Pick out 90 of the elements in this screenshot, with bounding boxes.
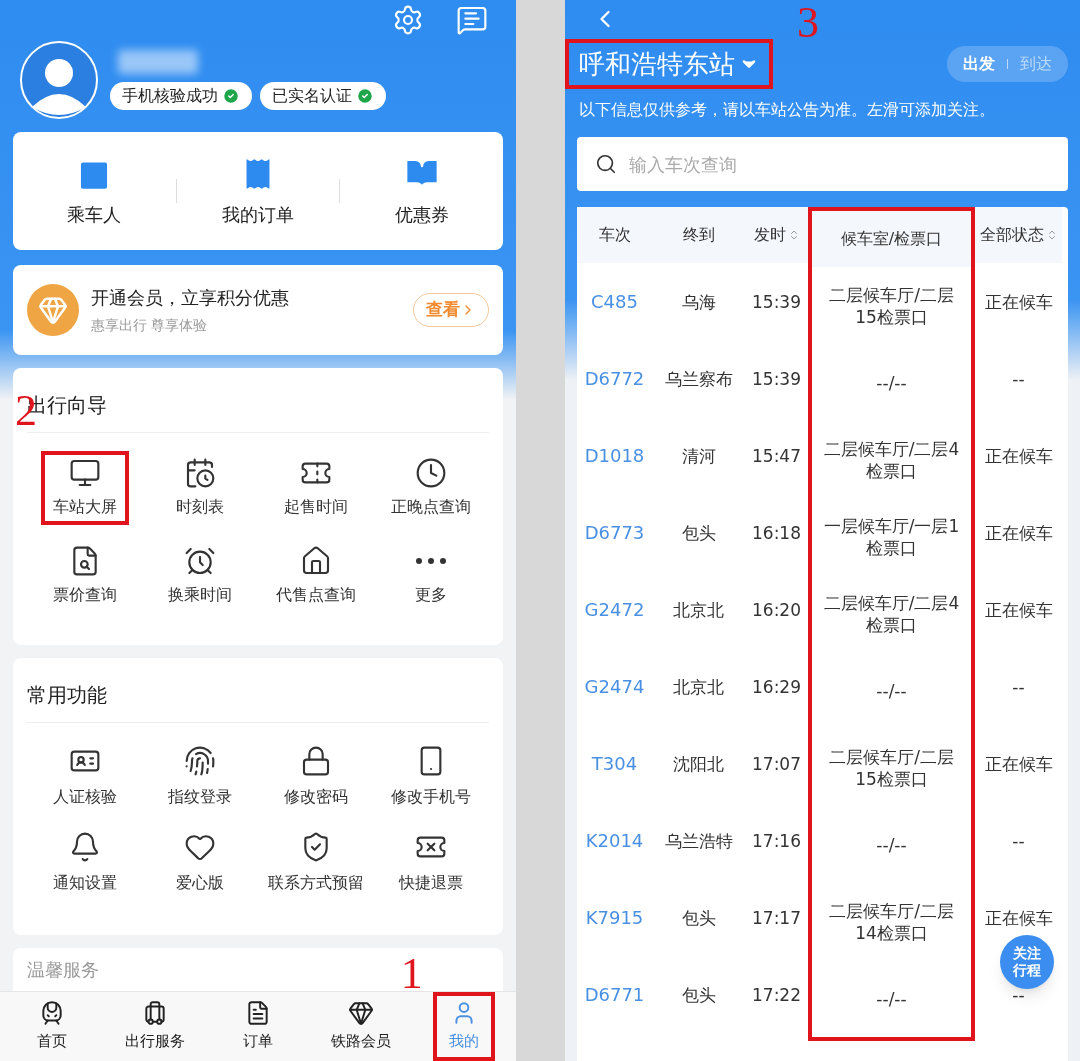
- function-item[interactable]: 人证核验: [52, 745, 117, 809]
- table-cell: --/--: [876, 987, 907, 1010]
- table-cell: 二层候车厅/二层 15检票口: [829, 745, 954, 790]
- function-item[interactable]: 修改密码: [283, 745, 348, 809]
- notice-text: 以下信息仅供参考，请以车站公告为准。左滑可添加关注。: [578, 99, 996, 121]
- column-header[interactable]: 全部状态: [975, 207, 1062, 263]
- table-cell: --/--: [876, 833, 907, 856]
- table-cell: 正在候车: [984, 521, 1053, 544]
- function-item[interactable]: 指纹登录: [168, 745, 233, 809]
- guide-item[interactable]: 票价查询: [40, 539, 129, 613]
- table-cell: 二层候车厅/二层4 检票口: [823, 591, 960, 636]
- table-cell: --: [1012, 367, 1025, 390]
- table-cell: --/--: [876, 679, 907, 702]
- table-cell: 16:18: [752, 521, 801, 544]
- table-cell: 15:39: [752, 367, 801, 390]
- table-cell: 正在候车: [984, 598, 1053, 621]
- table-cell: 沈阳北: [673, 752, 724, 775]
- column-header[interactable]: 终到: [652, 207, 745, 263]
- verification-badge: 已实名认证: [260, 82, 386, 110]
- section-title: 温馨服务: [27, 958, 99, 982]
- search-icon: [595, 153, 617, 175]
- table-cell: 乌兰浩特: [664, 829, 733, 852]
- guide-item[interactable]: 正晚点查询: [379, 451, 484, 525]
- check-icon: [356, 87, 374, 105]
- monitor-icon: [68, 457, 101, 489]
- gem-icon: [348, 1000, 375, 1027]
- function-item[interactable]: 爱心版: [176, 831, 225, 895]
- table-cell: 15:47: [752, 444, 801, 467]
- search-field[interactable]: 输入车次查询: [577, 137, 1068, 191]
- membership-card[interactable]: 开通会员，立享积分优惠 惠享出行 尊享体验 查看: [13, 265, 503, 355]
- table-cell: 包头: [681, 906, 716, 929]
- column-header[interactable]: 发时: [745, 207, 808, 263]
- guide-item[interactable]: 更多: [403, 539, 460, 613]
- guide-item[interactable]: 车站大屏: [40, 451, 129, 525]
- message-icon[interactable]: [456, 4, 488, 36]
- fingerprint-icon: [184, 745, 217, 777]
- table-cell: 包头: [681, 983, 716, 1006]
- annotation-number: 3: [797, 1, 819, 45]
- table-cell: 16:29: [752, 675, 801, 698]
- table-cell: 二层候车厅/二层4 检票口: [823, 437, 960, 482]
- table-cell: 二层候车厅/二层 14检票口: [829, 899, 954, 944]
- table-cell: 17:07: [752, 752, 801, 775]
- avatar-icon[interactable]: [20, 41, 98, 119]
- table-cell: 北京北: [673, 675, 724, 698]
- clock-icon: [415, 457, 448, 489]
- table-cell: --/--: [876, 371, 907, 394]
- membership-subtitle: 惠享出行 尊享体验: [91, 316, 209, 335]
- table-cell: 17:17: [752, 906, 801, 929]
- table-cell: 乌兰察布: [664, 367, 733, 390]
- table-cell: 正在候车: [984, 290, 1053, 313]
- table-cell: --: [1012, 675, 1025, 698]
- table-cell: 北京北: [673, 598, 724, 621]
- function-item[interactable]: 通知设置: [52, 831, 117, 895]
- table-cell: 正在候车: [984, 906, 1053, 929]
- table-cell: 一层候车厅/一层1 检票口: [823, 514, 960, 559]
- gem-badge-icon: [27, 284, 79, 336]
- nav-tab[interactable]: 首页: [20, 992, 83, 1061]
- membership-title: 开通会员，立享积分优惠: [91, 286, 290, 310]
- table-cell: 17:16: [752, 829, 801, 852]
- guide-item[interactable]: 时刻表: [164, 451, 237, 525]
- table-cell: 正在候车: [984, 444, 1053, 467]
- table-cell: 15:39: [752, 290, 801, 313]
- calendar-clock-icon: [184, 457, 217, 489]
- column-header[interactable]: 车次: [577, 207, 652, 263]
- alarm-clock-icon: [184, 545, 217, 577]
- nav-tab[interactable]: 订单: [227, 992, 289, 1061]
- shortcut-button[interactable]: 乘车人: [13, 154, 176, 228]
- table-cell: 乌海: [681, 290, 716, 313]
- settings-icon[interactable]: [392, 4, 424, 36]
- column-header[interactable]: 候车室/检票口: [812, 211, 971, 267]
- table-cell: --: [1012, 829, 1025, 852]
- check-icon: [222, 87, 240, 105]
- table-cell: 17:22: [752, 983, 801, 1006]
- table-cell: 二层候车厅/二层 15检票口: [829, 283, 954, 328]
- guide-item[interactable]: 代售点查询: [263, 539, 368, 613]
- shortcut-button[interactable]: 优惠券: [340, 154, 503, 228]
- table-cell: 清河: [681, 444, 716, 467]
- verification-badge: 手机核验成功: [110, 82, 252, 110]
- section-title: 常用功能: [27, 658, 489, 723]
- more-icon: [415, 557, 448, 565]
- guide-item[interactable]: 起售时间: [271, 451, 360, 525]
- table-cell: 16:20: [752, 598, 801, 621]
- function-item[interactable]: 修改手机号: [391, 745, 472, 809]
- function-item[interactable]: 快捷退票: [399, 831, 464, 895]
- shortcut-button[interactable]: 我的订单: [176, 154, 340, 228]
- table-cell: 包头: [681, 521, 716, 544]
- table-cell: 正在候车: [984, 752, 1053, 775]
- nav-tab[interactable]: 出行服务: [108, 992, 201, 1061]
- function-item[interactable]: 联系方式预留: [267, 831, 364, 895]
- guide-item[interactable]: 换乘时间: [156, 539, 245, 613]
